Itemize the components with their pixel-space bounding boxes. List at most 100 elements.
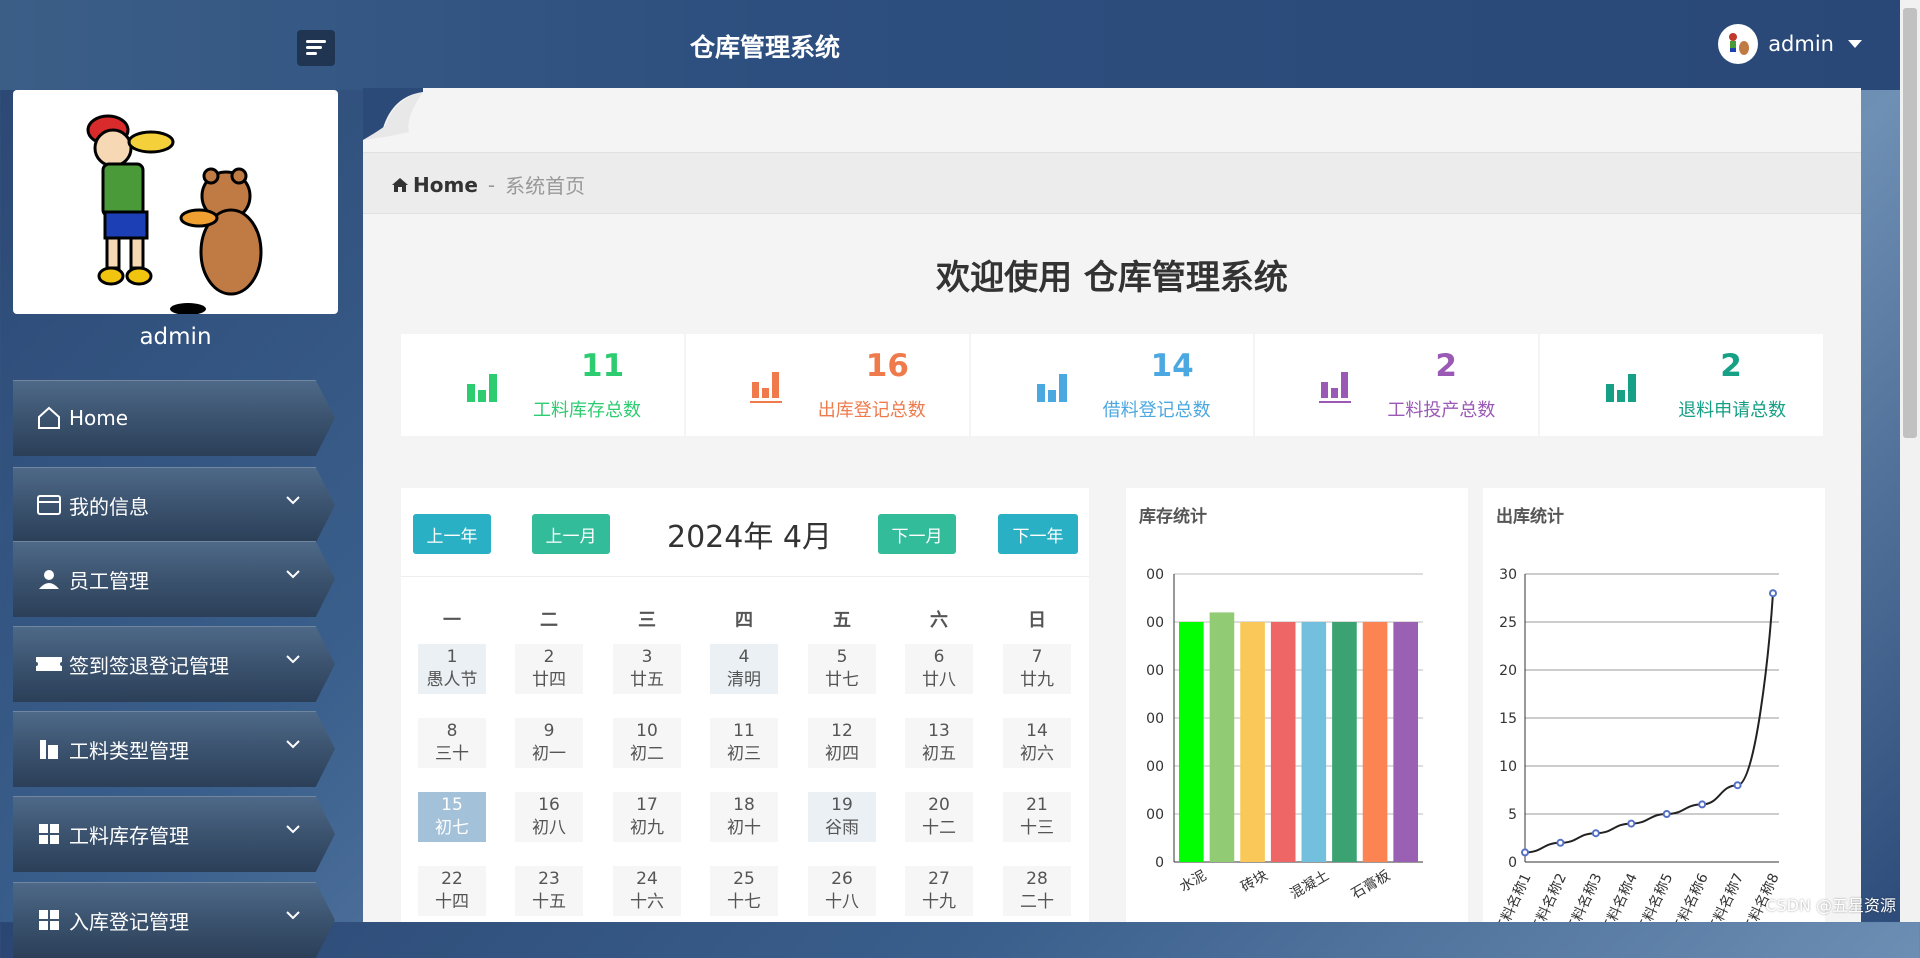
x-tick-label: 水泥 <box>1177 868 1209 896</box>
calendar-day[interactable]: 4 清明 <box>710 644 778 694</box>
chevron-down-icon <box>286 496 300 505</box>
x-tick-label: 石膏板 <box>1348 867 1393 903</box>
calendar-day[interactable]: 1 愚人节 <box>418 644 486 694</box>
calendar-day[interactable]: 2 廿四 <box>515 644 583 694</box>
bar[interactable] <box>1179 622 1204 862</box>
sidebar-item-label: 工料库存管理 <box>69 823 189 848</box>
bar[interactable] <box>1301 622 1327 862</box>
calendar-day[interactable]: 20 十二 <box>905 792 973 842</box>
profile-name: admin <box>139 324 212 350</box>
calendar-day[interactable]: 11 初三 <box>710 718 778 768</box>
sidebar-item-label: 工料类型管理 <box>69 738 189 763</box>
bar[interactable] <box>1332 622 1357 862</box>
calendar-day[interactable]: 13 初五 <box>905 718 973 768</box>
stat-card-borrow[interactable]: 14 借料登记总数 <box>970 334 1254 436</box>
calendar-day[interactable]: 17 初九 <box>613 792 681 842</box>
weekday-header: 三 <box>638 610 656 631</box>
calendar-day-number: 1 <box>446 647 458 667</box>
sidebar-item-my-info[interactable]: 我的信息 <box>13 467 335 543</box>
calendar-day-lunar: 十六 <box>630 892 664 912</box>
calendar-day[interactable]: 27 十九 <box>905 866 973 916</box>
next-year-button[interactable]: 下一年 <box>998 514 1078 554</box>
y-tick-label: 20 <box>1499 663 1517 679</box>
stat-value: 2 <box>1435 348 1457 384</box>
calendar-day-number: 12 <box>831 721 853 741</box>
calendar-day[interactable]: 15 初七 <box>418 792 486 842</box>
calendar-day-number: 25 <box>733 869 755 889</box>
sidebar-item-material-stock[interactable]: 工料库存管理 <box>13 796 335 872</box>
y-tick-label: 0 <box>1155 855 1164 871</box>
outbound-chart-card: 出库统计 0 5 10 15 20 25 30 工料名称1 工料名称2 工料名称3 工料名称4 工料名… <box>1483 488 1825 922</box>
sidebar-item-material-type[interactable]: 工料类型管理 <box>13 711 335 787</box>
data-point[interactable] <box>1556 838 1565 847</box>
data-point[interactable] <box>1769 589 1777 598</box>
calendar-day[interactable]: 8 三十 <box>418 718 486 768</box>
calendar-day[interactable]: 16 初八 <box>515 792 583 842</box>
stat-card-stock[interactable]: 11 工料库存总数 <box>401 334 684 436</box>
prev-year-button[interactable]: 上一年 <box>413 514 491 554</box>
calendar-day[interactable]: 21 十三 <box>1003 792 1071 842</box>
next-month-button[interactable]: 下一月 <box>878 514 956 554</box>
sidebar-item-home[interactable]: Home <box>13 380 335 456</box>
calendar-day[interactable]: 10 初二 <box>613 718 681 768</box>
user-menu[interactable]: admin <box>1718 24 1862 64</box>
bar[interactable] <box>1209 612 1235 862</box>
breadcrumb-home-link[interactable]: Home <box>391 173 478 197</box>
calendar-day[interactable]: 7 廿九 <box>1003 644 1071 694</box>
calendar-day[interactable]: 12 初四 <box>808 718 876 768</box>
calendar-day-number: 20 <box>928 795 950 815</box>
chart-title: 出库统计 <box>1496 507 1564 527</box>
calendar-day[interactable]: 19 谷雨 <box>808 792 876 842</box>
calendar-day-number: 10 <box>636 721 658 741</box>
y-tick-label: 00 <box>1146 807 1164 823</box>
x-tick-label: 工料名称3 <box>1564 871 1606 922</box>
menu-toggle-button[interactable] <box>297 30 335 66</box>
stat-card-return[interactable]: 2 退料申请总数 <box>1540 334 1823 436</box>
scrollbar-thumb[interactable] <box>1903 8 1917 438</box>
x-tick-label: 混凝土 <box>1287 868 1331 903</box>
y-tick-label: 0 <box>1508 855 1517 871</box>
bar[interactable] <box>1240 622 1265 862</box>
stats-row: 11 工料库存总数 16 出库登记总数 14 借料登记总数 2 工料投产总数 2… <box>401 334 1823 436</box>
calendar-day[interactable]: 28 二十 <box>1003 866 1071 916</box>
calendar-day-number: 3 <box>641 647 653 667</box>
calendar-day[interactable]: 18 初十 <box>710 792 778 842</box>
data-point[interactable] <box>1733 781 1742 790</box>
calendar-day-lunar: 廿四 <box>532 670 566 690</box>
calendar-day-lunar: 十七 <box>727 892 761 912</box>
calendar-day[interactable]: 26 十八 <box>808 866 876 916</box>
calendar-day[interactable]: 9 初一 <box>515 718 583 768</box>
stat-card-production[interactable]: 2 工料投产总数 <box>1255 334 1539 436</box>
sidebar-item-inbound[interactable]: 入库登记管理 <box>13 882 335 958</box>
calendar-day-lunar: 廿九 <box>1020 670 1054 690</box>
calendar-day-lunar: 十八 <box>825 892 859 912</box>
caret-down-icon <box>1848 40 1862 48</box>
page-scrollbar[interactable] <box>1900 0 1920 922</box>
bar[interactable] <box>1270 622 1296 862</box>
calendar-day[interactable]: 22 十四 <box>418 866 486 916</box>
prev-month-button[interactable]: 上一月 <box>532 514 610 554</box>
x-tick-label: 工料名称1 <box>1493 871 1535 922</box>
sidebar-item-label: 员工管理 <box>69 568 149 593</box>
x-tick-label: 工料名称6 <box>1670 871 1712 922</box>
user-icon <box>35 565 63 593</box>
calendar-day[interactable]: 3 廿五 <box>613 644 681 694</box>
home-icon <box>392 177 408 192</box>
data-point[interactable] <box>1698 800 1707 809</box>
sidebar-item-checkin[interactable]: 签到签退登记管理 <box>13 626 335 702</box>
bar[interactable] <box>1393 622 1418 862</box>
sidebar-item-staff[interactable]: 员工管理 <box>13 541 335 617</box>
calendar-day[interactable]: 24 十六 <box>613 866 681 916</box>
calendar-day[interactable]: 6 廿八 <box>905 644 973 694</box>
data-point[interactable] <box>1662 810 1671 818</box>
calendar-day[interactable]: 14 初六 <box>1003 718 1071 768</box>
calendar-day[interactable]: 5 廿七 <box>808 644 876 694</box>
stat-card-outbound[interactable]: 16 出库登记总数 <box>685 334 969 436</box>
bar[interactable] <box>1362 622 1388 862</box>
data-point[interactable] <box>1521 848 1529 857</box>
calendar-day[interactable]: 25 十七 <box>710 866 778 916</box>
y-tick-label: 00 <box>1146 663 1164 679</box>
data-point[interactable] <box>1591 829 1600 838</box>
data-point[interactable] <box>1627 819 1636 828</box>
calendar-day[interactable]: 23 十五 <box>515 866 583 916</box>
